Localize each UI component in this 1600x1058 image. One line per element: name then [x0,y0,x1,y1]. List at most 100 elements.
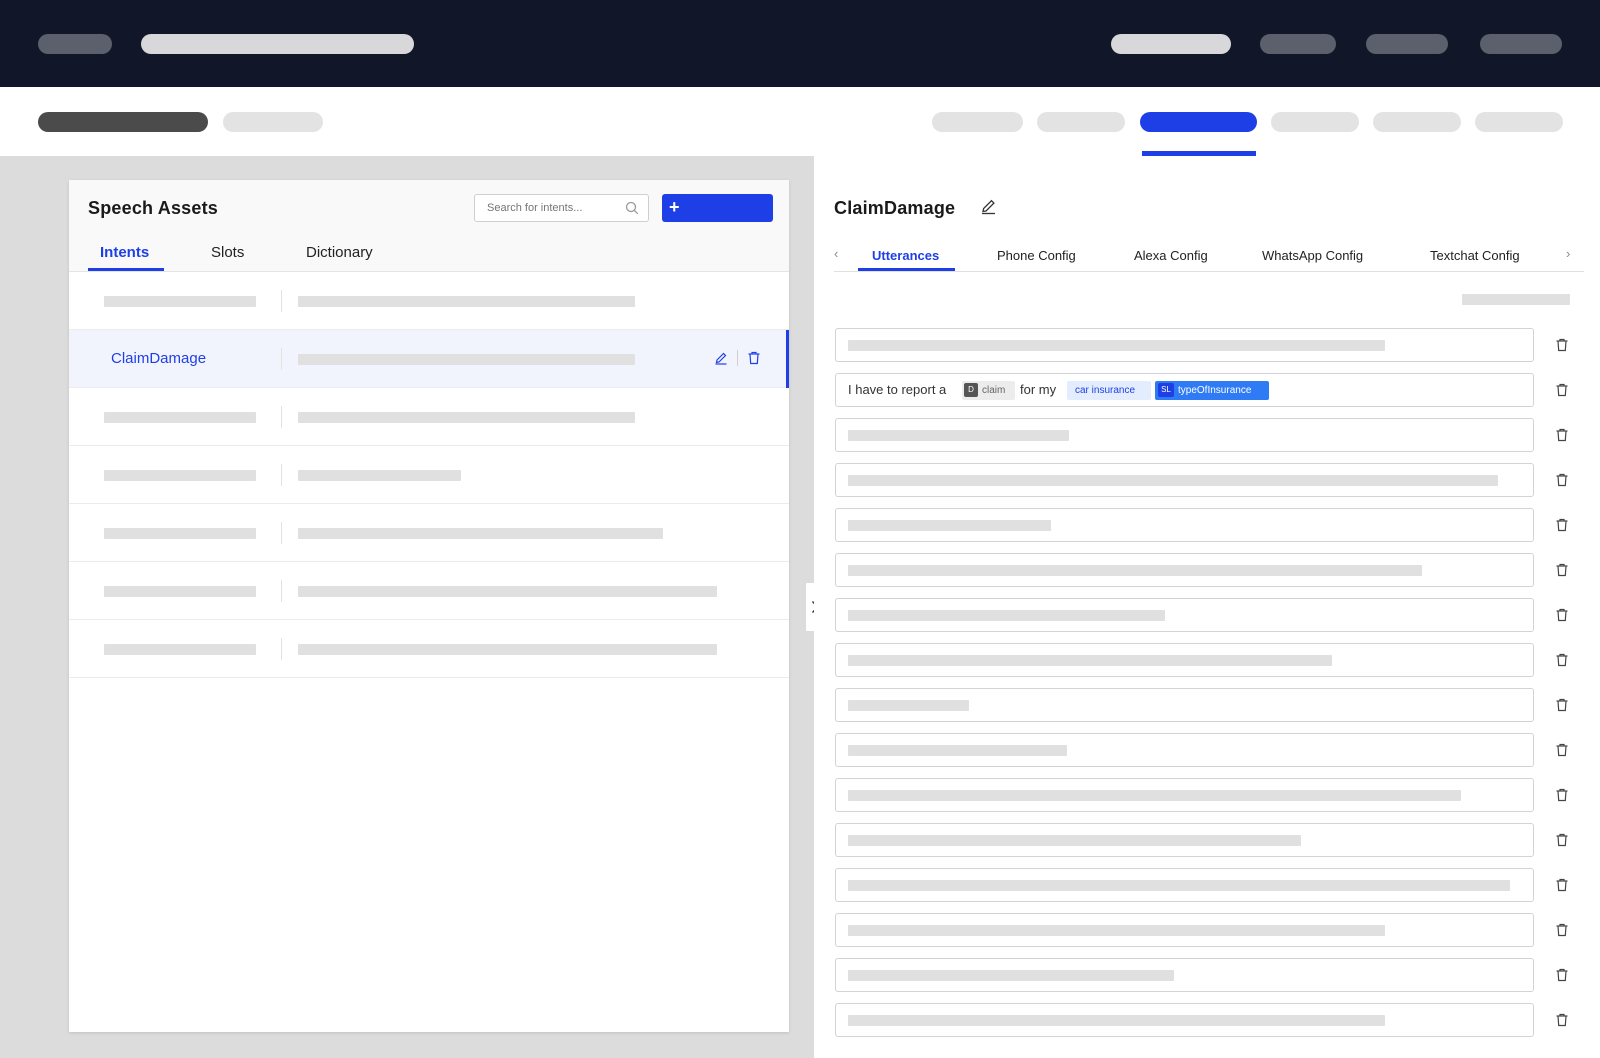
trash-icon[interactable] [747,351,761,365]
tab-whatsapp-config[interactable]: WhatsApp Config [1262,248,1363,263]
intent-row[interactable] [69,272,789,330]
edit-icon[interactable] [714,351,728,365]
trash-icon[interactable] [1555,338,1569,352]
intent-name-placeholder [104,586,256,597]
sub-nav-bar [0,87,1600,156]
utterance-placeholder [848,790,1461,801]
utterance-count-placeholder [1462,294,1570,305]
utterance-row[interactable] [835,913,1534,947]
utterance-row[interactable] [835,733,1534,767]
utterance-row[interactable] [835,598,1534,632]
utterance-row[interactable] [835,328,1534,362]
chevron-right-icon[interactable]: › [1566,246,1570,261]
add-intent-button[interactable]: + [662,194,773,222]
intent-description-placeholder [298,296,635,307]
utterance-row[interactable] [835,778,1534,812]
utterance-placeholder [848,700,969,711]
section-tab-placeholder-1[interactable] [932,112,1023,132]
intent-description-placeholder [298,528,663,539]
trash-icon[interactable] [1555,698,1569,712]
row-divider [281,290,282,312]
utterance-row[interactable] [835,463,1534,497]
intent-description-placeholder [298,470,461,481]
intent-row[interactable] [69,446,789,504]
section-tab-placeholder-5[interactable] [1373,112,1461,132]
nav-item-placeholder-2[interactable] [1260,34,1336,54]
tab-slots[interactable]: Slots [211,244,244,261]
section-tab-placeholder-4[interactable] [1271,112,1359,132]
project-name-placeholder [141,34,414,54]
trash-icon[interactable] [1555,833,1569,847]
trash-icon[interactable] [1555,788,1569,802]
utterance-row[interactable] [835,823,1534,857]
intent-row[interactable] [69,388,789,446]
tab-dictionary[interactable]: Dictionary [306,244,373,261]
intent-row[interactable] [69,504,789,562]
utterance-placeholder [848,970,1174,981]
intent-row[interactable] [69,620,789,678]
utterance-placeholder [848,655,1332,666]
row-divider [281,464,282,486]
trash-icon[interactable] [1555,653,1569,667]
trash-icon[interactable] [1555,563,1569,577]
utterance-row[interactable] [835,418,1534,452]
trash-icon[interactable] [1555,428,1569,442]
trash-icon[interactable] [1555,1013,1569,1027]
dictionary-value: claim [982,385,1006,396]
nav-item-placeholder-3[interactable] [1366,34,1448,54]
intent-detail-panel: ClaimDamage ‹ Utterances Phone Config Al… [814,156,1600,1058]
utterance-row[interactable] [835,958,1534,992]
utterance-placeholder [848,1015,1385,1026]
utterance-row[interactable] [835,508,1534,542]
trash-icon[interactable] [1555,968,1569,982]
intent-name-placeholder [104,644,256,655]
section-tab-placeholder-6[interactable] [1475,112,1563,132]
breadcrumb-placeholder-1[interactable] [38,112,208,132]
intent-description-placeholder [298,412,635,423]
tab-textchat-config[interactable]: Textchat Config [1430,248,1520,263]
trash-icon[interactable] [1555,878,1569,892]
utterance-row[interactable] [835,868,1534,902]
intent-row[interactable] [69,562,789,620]
slot-tag: SL [1158,383,1174,397]
nav-item-placeholder-1[interactable] [1111,34,1231,54]
speech-assets-card: Speech Assets + Intents Slots Dictionary… [69,180,789,1032]
entity-chip[interactable]: car insurance [1067,381,1151,400]
edit-icon[interactable] [980,198,997,215]
chevron-left-icon[interactable]: ‹ [834,246,838,261]
utterance-row[interactable] [835,553,1534,587]
intent-row-selected[interactable]: ClaimDamage [69,330,789,388]
trash-icon[interactable] [1555,383,1569,397]
tab-alexa-config[interactable]: Alexa Config [1134,248,1208,263]
search-input[interactable] [474,194,649,222]
utterance-row[interactable] [835,643,1534,677]
utterance-row[interactable]: I have to report a Dclaim for my car ins… [835,373,1534,407]
utterance-row[interactable] [835,1003,1534,1037]
utterance-placeholder [848,430,1069,441]
tab-phone-config[interactable]: Phone Config [997,248,1076,263]
utterance-placeholder [848,520,1051,531]
trash-icon[interactable] [1555,608,1569,622]
slot-chip[interactable]: SL typeOfInsurance [1155,381,1269,400]
intent-name-placeholder [104,296,256,307]
tab-intents[interactable]: Intents [100,244,149,261]
trash-icon[interactable] [1555,473,1569,487]
dictionary-chip[interactable]: Dclaim [962,381,1015,400]
utterance-text: I have to report a [848,382,947,397]
row-divider [281,638,282,660]
nav-item-placeholder-4[interactable] [1480,34,1562,54]
intent-name[interactable]: ClaimDamage [111,350,206,367]
trash-icon[interactable] [1555,743,1569,757]
section-tab-placeholder-2[interactable] [1037,112,1125,132]
section-tab-active[interactable] [1140,112,1257,132]
utterance-row[interactable] [835,688,1534,722]
tab-utterances[interactable]: Utterances [872,248,939,263]
selected-row-accent [786,330,789,388]
intent-description-placeholder [298,644,717,655]
utterance-placeholder [848,340,1385,351]
intent-name-placeholder [104,412,256,423]
dictionary-tag: D [964,383,978,397]
trash-icon[interactable] [1555,518,1569,532]
breadcrumb-placeholder-2[interactable] [223,112,323,132]
trash-icon[interactable] [1555,923,1569,937]
